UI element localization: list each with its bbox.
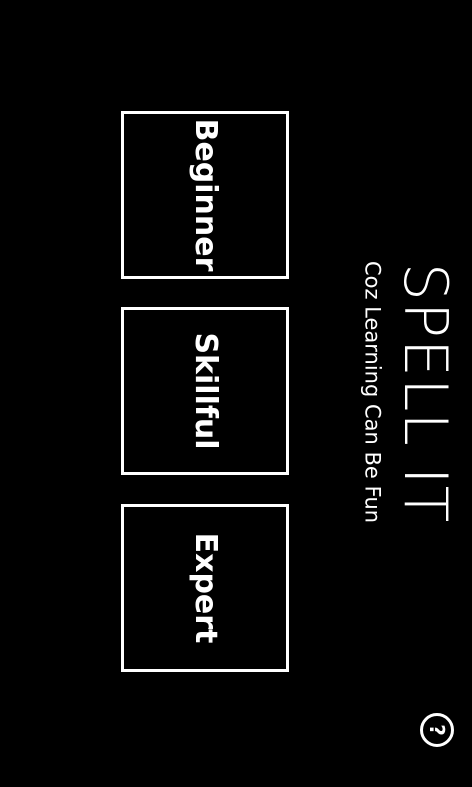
help-icon[interactable]: ?	[420, 713, 454, 747]
expert-level-button[interactable]: Expert	[121, 504, 289, 672]
help-glyph: ?	[425, 724, 449, 736]
expert-level-label: Expert	[188, 532, 223, 644]
skillful-level-label: Skillful	[188, 332, 223, 450]
app-screen: SPELL IT Coz Learning Can Be Fun Beginne…	[0, 0, 472, 787]
app-tagline: Coz Learning Can Be Fun	[360, 260, 385, 524]
app-title: SPELL IT	[390, 262, 460, 524]
beginner-level-button[interactable]: Beginner	[121, 111, 289, 279]
beginner-level-label: Beginner	[188, 118, 223, 272]
skillful-level-button[interactable]: Skillful	[121, 307, 289, 475]
